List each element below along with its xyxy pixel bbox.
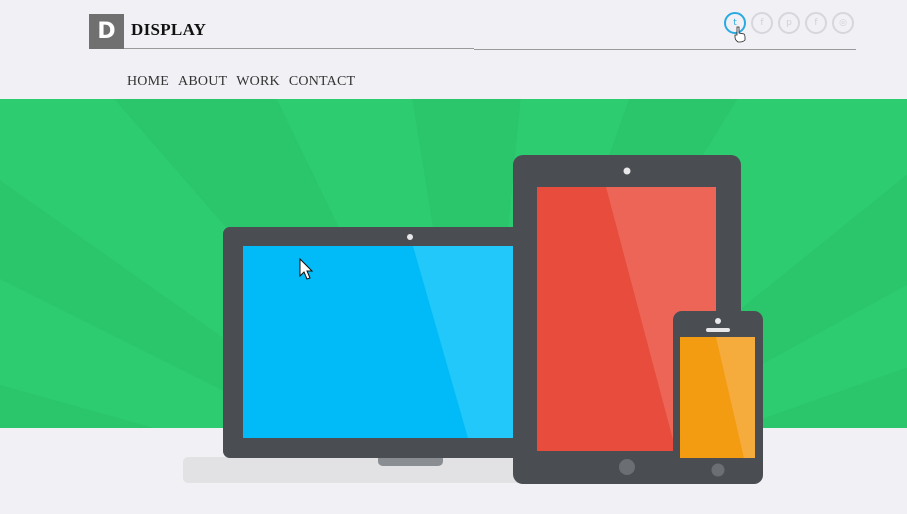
phone-home-button bbox=[711, 463, 725, 477]
phone-illustration bbox=[673, 311, 763, 484]
device-illustration bbox=[183, 26, 763, 484]
tablet-home-button bbox=[619, 459, 635, 475]
hand-cursor-icon bbox=[734, 26, 746, 43]
phone-speaker bbox=[706, 328, 730, 332]
laptop-illustration bbox=[183, 227, 528, 483]
laptop-base bbox=[183, 457, 528, 483]
laptop-camera bbox=[407, 234, 413, 240]
laptop-hinge bbox=[378, 457, 443, 466]
phone-camera bbox=[715, 318, 721, 324]
tablet-camera bbox=[623, 167, 631, 175]
